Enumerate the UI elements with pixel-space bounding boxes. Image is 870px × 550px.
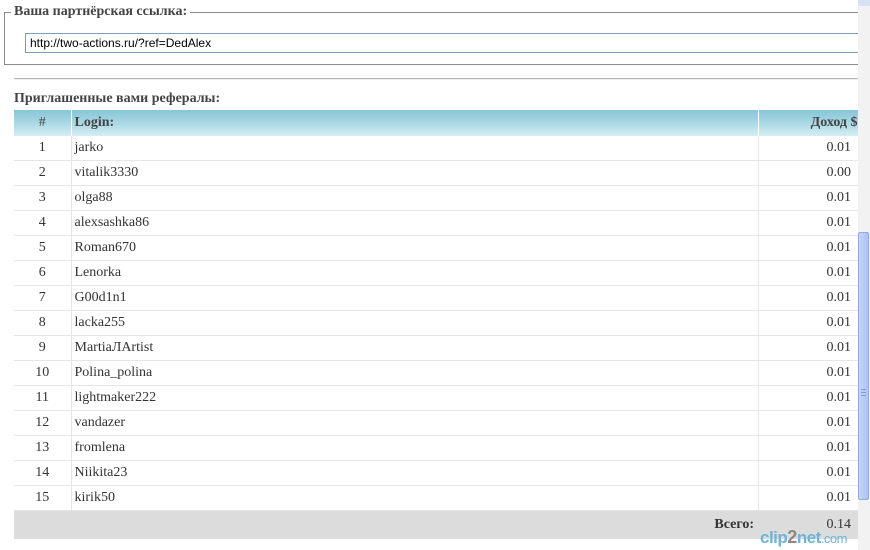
divider bbox=[14, 78, 870, 80]
row-income: 0.01 bbox=[758, 136, 858, 161]
row-number: 3 bbox=[14, 185, 72, 211]
total-label: Всего: bbox=[71, 510, 758, 539]
table-row: 1 jarko 0.01 bbox=[14, 136, 858, 161]
row-income: 0.01 bbox=[758, 485, 858, 511]
row-login: olga88 bbox=[71, 185, 759, 211]
row-number: 11 bbox=[14, 385, 72, 411]
row-number: 5 bbox=[14, 235, 72, 261]
row-login: lightmaker222 bbox=[71, 385, 759, 411]
referral-link-legend: Ваша партнёрская ссылка: bbox=[14, 4, 188, 19]
row-income: 0.01 bbox=[758, 335, 858, 361]
row-login: jarko bbox=[71, 136, 759, 161]
referrals-table-container: # Login: Доход $ 1 jarko 0.01 2 vitalik3330 0… bbox=[14, 110, 858, 540]
row-login: lacka255 bbox=[71, 310, 759, 336]
row-income: 0.01 bbox=[758, 435, 858, 461]
row-login: G00d1n1 bbox=[71, 285, 759, 311]
watermark-logo: clip2net.com bbox=[760, 527, 847, 547]
table-row: 9 MartiaЛArtist 0.01 bbox=[14, 335, 858, 361]
row-income: 0.01 bbox=[758, 385, 858, 411]
table-row: 12 vandazer 0.01 bbox=[14, 410, 858, 436]
table-row: 13 fromlena 0.01 bbox=[14, 435, 858, 461]
row-number: 15 bbox=[14, 485, 72, 511]
table-header-row: # Login: Доход $ bbox=[14, 110, 858, 136]
row-number: 7 bbox=[14, 285, 72, 311]
referral-link-input[interactable] bbox=[25, 33, 870, 53]
row-number: 10 bbox=[14, 360, 72, 386]
referrals-table: # Login: Доход $ 1 jarko 0.01 2 vitalik3330 0… bbox=[14, 110, 858, 539]
table-row: 8 lacka255 0.01 bbox=[14, 310, 858, 336]
row-number: 9 bbox=[14, 335, 72, 361]
row-number: 6 bbox=[14, 260, 72, 286]
table-row: 6 Lenorka 0.01 bbox=[14, 260, 858, 286]
row-income: 0.01 bbox=[758, 235, 858, 261]
row-login: vitalik3330 bbox=[71, 160, 759, 186]
referrals-title: Приглашенные вами рефералы: bbox=[14, 91, 221, 106]
table-row: 3 olga88 0.01 bbox=[14, 185, 858, 211]
row-login: alexsashka86 bbox=[71, 210, 759, 236]
row-login: Niikita23 bbox=[71, 460, 759, 486]
row-income: 0.01 bbox=[758, 460, 858, 486]
vertical-scrollbar[interactable] bbox=[858, 0, 870, 550]
row-login: MartiaЛArtist bbox=[71, 335, 759, 361]
table-row: 4 alexsashka86 0.01 bbox=[14, 210, 858, 236]
table-row: 15 kirik50 0.01 bbox=[14, 485, 858, 511]
row-login: kirik50 bbox=[71, 485, 759, 511]
row-number: 8 bbox=[14, 310, 72, 336]
table-row: 10 Polina_polina 0.01 bbox=[14, 360, 858, 386]
row-number: 14 bbox=[14, 460, 72, 486]
row-number: 12 bbox=[14, 410, 72, 436]
table-row: 11 lightmaker222 0.01 bbox=[14, 385, 858, 411]
row-income: 0.01 bbox=[758, 360, 858, 386]
row-income: 0.01 bbox=[758, 185, 858, 211]
row-number: 1 bbox=[14, 136, 72, 161]
row-income: 0.00 bbox=[758, 160, 858, 186]
row-number: 13 bbox=[14, 435, 72, 461]
row-income: 0.01 bbox=[758, 310, 858, 336]
header-login: Login: bbox=[70, 110, 759, 136]
row-login: fromlena bbox=[71, 435, 759, 461]
row-income: 0.01 bbox=[758, 210, 858, 236]
row-number: 4 bbox=[14, 210, 72, 236]
row-login: Polina_polina bbox=[71, 360, 759, 386]
row-login: Roman670 bbox=[71, 235, 759, 261]
row-income: 0.01 bbox=[758, 260, 858, 286]
total-row: Всего: 0.14 bbox=[14, 510, 858, 539]
header-income: Доход $ bbox=[758, 110, 858, 136]
table-row: 7 G00d1n1 0.01 bbox=[14, 285, 858, 311]
scrollbar-top bbox=[858, 0, 870, 6]
scrollbar-thumb[interactable] bbox=[858, 232, 869, 500]
row-number: 2 bbox=[14, 160, 72, 186]
table-row: 5 Roman670 0.01 bbox=[14, 235, 858, 261]
row-income: 0.01 bbox=[758, 410, 858, 436]
header-number: # bbox=[14, 110, 72, 136]
row-income: 0.01 bbox=[758, 285, 858, 311]
table-row: 2 vitalik3330 0.00 bbox=[14, 160, 858, 186]
row-login: vandazer bbox=[71, 410, 759, 436]
table-row: 14 Niikita23 0.01 bbox=[14, 460, 858, 486]
row-login: Lenorka bbox=[71, 260, 759, 286]
